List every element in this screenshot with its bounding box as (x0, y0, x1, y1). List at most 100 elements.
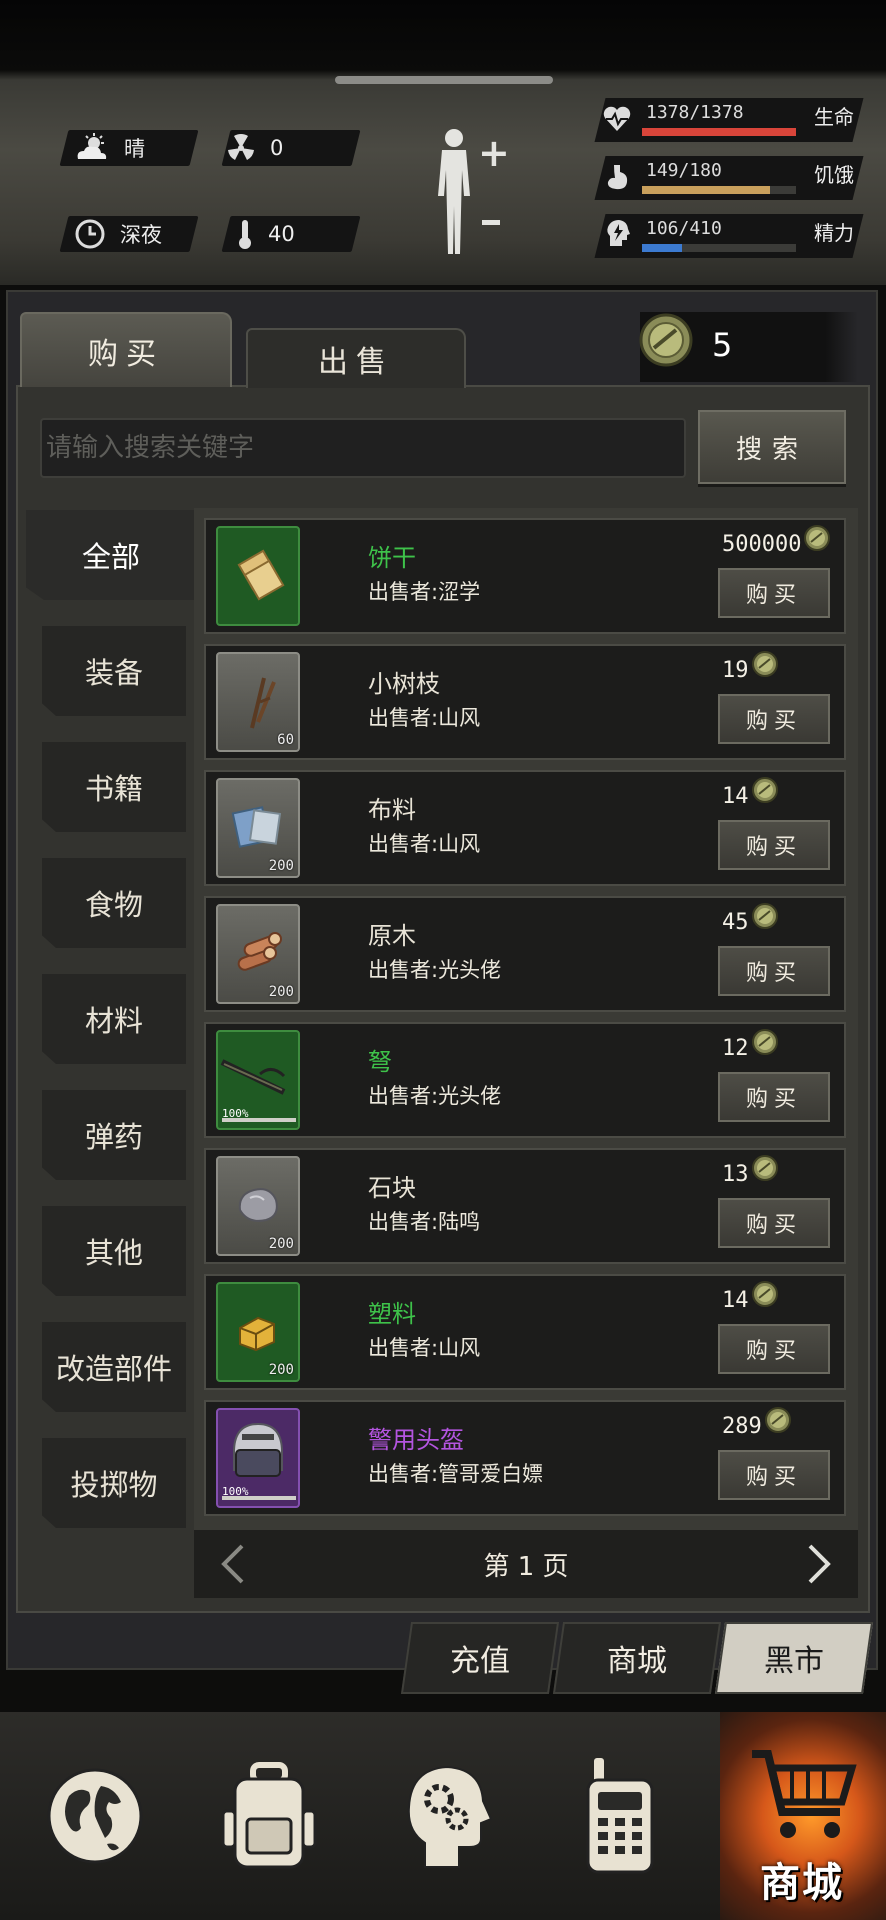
item-price-value: 14 (722, 783, 749, 809)
radiation-icon (228, 133, 254, 160)
item-thumbnail[interactable] (216, 526, 300, 626)
search-button-label: 搜索 (735, 434, 808, 465)
item-name: 塑料 (368, 1300, 416, 1328)
buy-button[interactable]: 购买 (718, 1324, 830, 1374)
search-input[interactable] (40, 418, 686, 478)
weather-chip: 晴 (74, 130, 145, 166)
tab-black-market-label: 黑市 (764, 1644, 824, 1679)
item-quantity: 200 (268, 858, 294, 874)
item-price: 45 (722, 903, 779, 936)
item-seller: 出售者:山风 (368, 832, 481, 856)
hunger-bar (642, 186, 796, 194)
globe-icon (47, 1768, 143, 1864)
item-price: 289 (722, 1407, 792, 1440)
head-gears-icon (407, 1765, 493, 1868)
bottle-cap-coin-icon (749, 1281, 779, 1314)
buy-button[interactable]: 购买 (718, 1450, 830, 1500)
list-item: 饼干 出售者:涩学 500000 购买 (204, 518, 846, 634)
category-ammo[interactable]: 弹药 (42, 1090, 186, 1180)
lightning-head-icon (607, 220, 630, 246)
logs-icon (237, 932, 282, 971)
clock-icon (75, 219, 105, 249)
police-helmet-icon (233, 1422, 283, 1477)
bottle-cap-coin-icon (749, 1155, 779, 1188)
buy-button-label: 购买 (745, 835, 802, 860)
nav-map[interactable] (20, 1712, 170, 1920)
list-item: 100% 警用头盔 出售者:管哥爱白嫖 289 购买 (204, 1400, 846, 1516)
category-food[interactable]: 食物 (42, 858, 186, 948)
durability-bar (222, 1118, 296, 1122)
category-label: 食物 (84, 888, 143, 922)
item-price-value: 500000 (722, 531, 802, 557)
item-thumbnail[interactable]: 200 (216, 778, 300, 878)
health-label: 生命 (814, 105, 854, 129)
buy-button[interactable]: 购买 (718, 1072, 830, 1122)
buy-button[interactable]: 购买 (718, 568, 830, 618)
item-name: 警用头盔 (368, 1426, 464, 1454)
item-quantity: 200 (268, 1362, 294, 1378)
item-thumbnail[interactable]: 100% (216, 1408, 300, 1508)
category-label: 弹药 (84, 1120, 143, 1154)
body-status-icon[interactable]: + (430, 126, 510, 256)
category-label: 材料 (84, 1004, 143, 1038)
radiation-chip: 0 (226, 130, 283, 166)
buy-button-label: 购买 (745, 1465, 802, 1490)
tab-recharge[interactable]: 充值 (400, 1622, 560, 1694)
category-throwables[interactable]: 投掷物 (42, 1438, 186, 1528)
buy-button[interactable]: 购买 (718, 1198, 830, 1248)
category-materials[interactable]: 材料 (42, 974, 186, 1064)
item-seller: 出售者:山风 (368, 1336, 481, 1360)
item-name: 原木 (368, 922, 416, 950)
stone-icon (238, 1188, 278, 1222)
buy-button-label: 购买 (745, 961, 802, 986)
item-seller: 出售者:光头佬 (368, 1084, 502, 1108)
bottle-cap-coin-icon (749, 651, 779, 684)
item-seller: 出售者:陆鸣 (368, 1210, 481, 1234)
nav-backpack[interactable] (194, 1712, 344, 1920)
nav-skills[interactable] (370, 1712, 520, 1920)
category-mod-parts[interactable]: 改造部件 (42, 1322, 186, 1412)
list-item: 200 原木 出售者:光头佬 45 购买 (204, 896, 846, 1012)
tab-buy[interactable]: 购买 (20, 312, 232, 387)
buy-button[interactable]: 购买 (718, 694, 830, 744)
item-price-value: 12 (722, 1035, 749, 1061)
item-thumbnail[interactable]: 60 (216, 652, 300, 752)
buy-button[interactable]: 购买 (718, 946, 830, 996)
item-quantity: 200 (268, 1236, 294, 1252)
item-price: 19 (722, 651, 779, 684)
category-books[interactable]: 书籍 (42, 742, 186, 832)
item-thumbnail[interactable]: 200 (216, 1156, 300, 1256)
category-other[interactable]: 其他 (42, 1206, 186, 1296)
bottle-cap-coin-icon (801, 525, 831, 558)
search-button[interactable]: 搜索 (698, 410, 846, 484)
tab-buy-label: 购买 (88, 336, 164, 372)
coin-count: 5 (712, 326, 733, 364)
item-quantity: 200 (268, 984, 294, 1000)
tab-sell[interactable]: 出售 (246, 328, 466, 388)
bottle-cap-coin-icon (749, 1029, 779, 1062)
item-price-value: 45 (722, 909, 749, 935)
temperature-value: 40 (268, 222, 295, 246)
buy-button-label: 购买 (745, 583, 802, 608)
drag-handle[interactable] (335, 76, 553, 84)
page-indicator: 第 1 页 (483, 1552, 569, 1582)
list-item: 200 石块 出售者:陆鸣 13 购买 (204, 1148, 846, 1264)
buy-button-label: 购买 (745, 1339, 802, 1364)
buy-button-label: 购买 (745, 1087, 802, 1112)
item-thumbnail[interactable]: 100% (216, 1030, 300, 1130)
svg-text:+: + (478, 131, 510, 175)
item-seller: 出售者:涩学 (368, 580, 481, 604)
item-thumbnail[interactable]: 200 (216, 1282, 300, 1382)
category-all[interactable]: 全部 (26, 510, 196, 600)
buy-button[interactable]: 购买 (718, 820, 830, 870)
nav-radio[interactable] (545, 1712, 695, 1920)
tab-black-market[interactable]: 黑市 (714, 1622, 874, 1694)
item-thumbnail[interactable]: 200 (216, 904, 300, 1004)
twigs-icon (250, 677, 276, 729)
item-price: 14 (722, 1281, 779, 1314)
category-equipment[interactable]: 装备 (42, 626, 186, 716)
item-price: 500000 (722, 525, 831, 558)
chevron-right-icon[interactable] (806, 1544, 832, 1584)
weather-label: 晴 (124, 137, 145, 161)
tab-mall[interactable]: 商城 (552, 1622, 722, 1694)
